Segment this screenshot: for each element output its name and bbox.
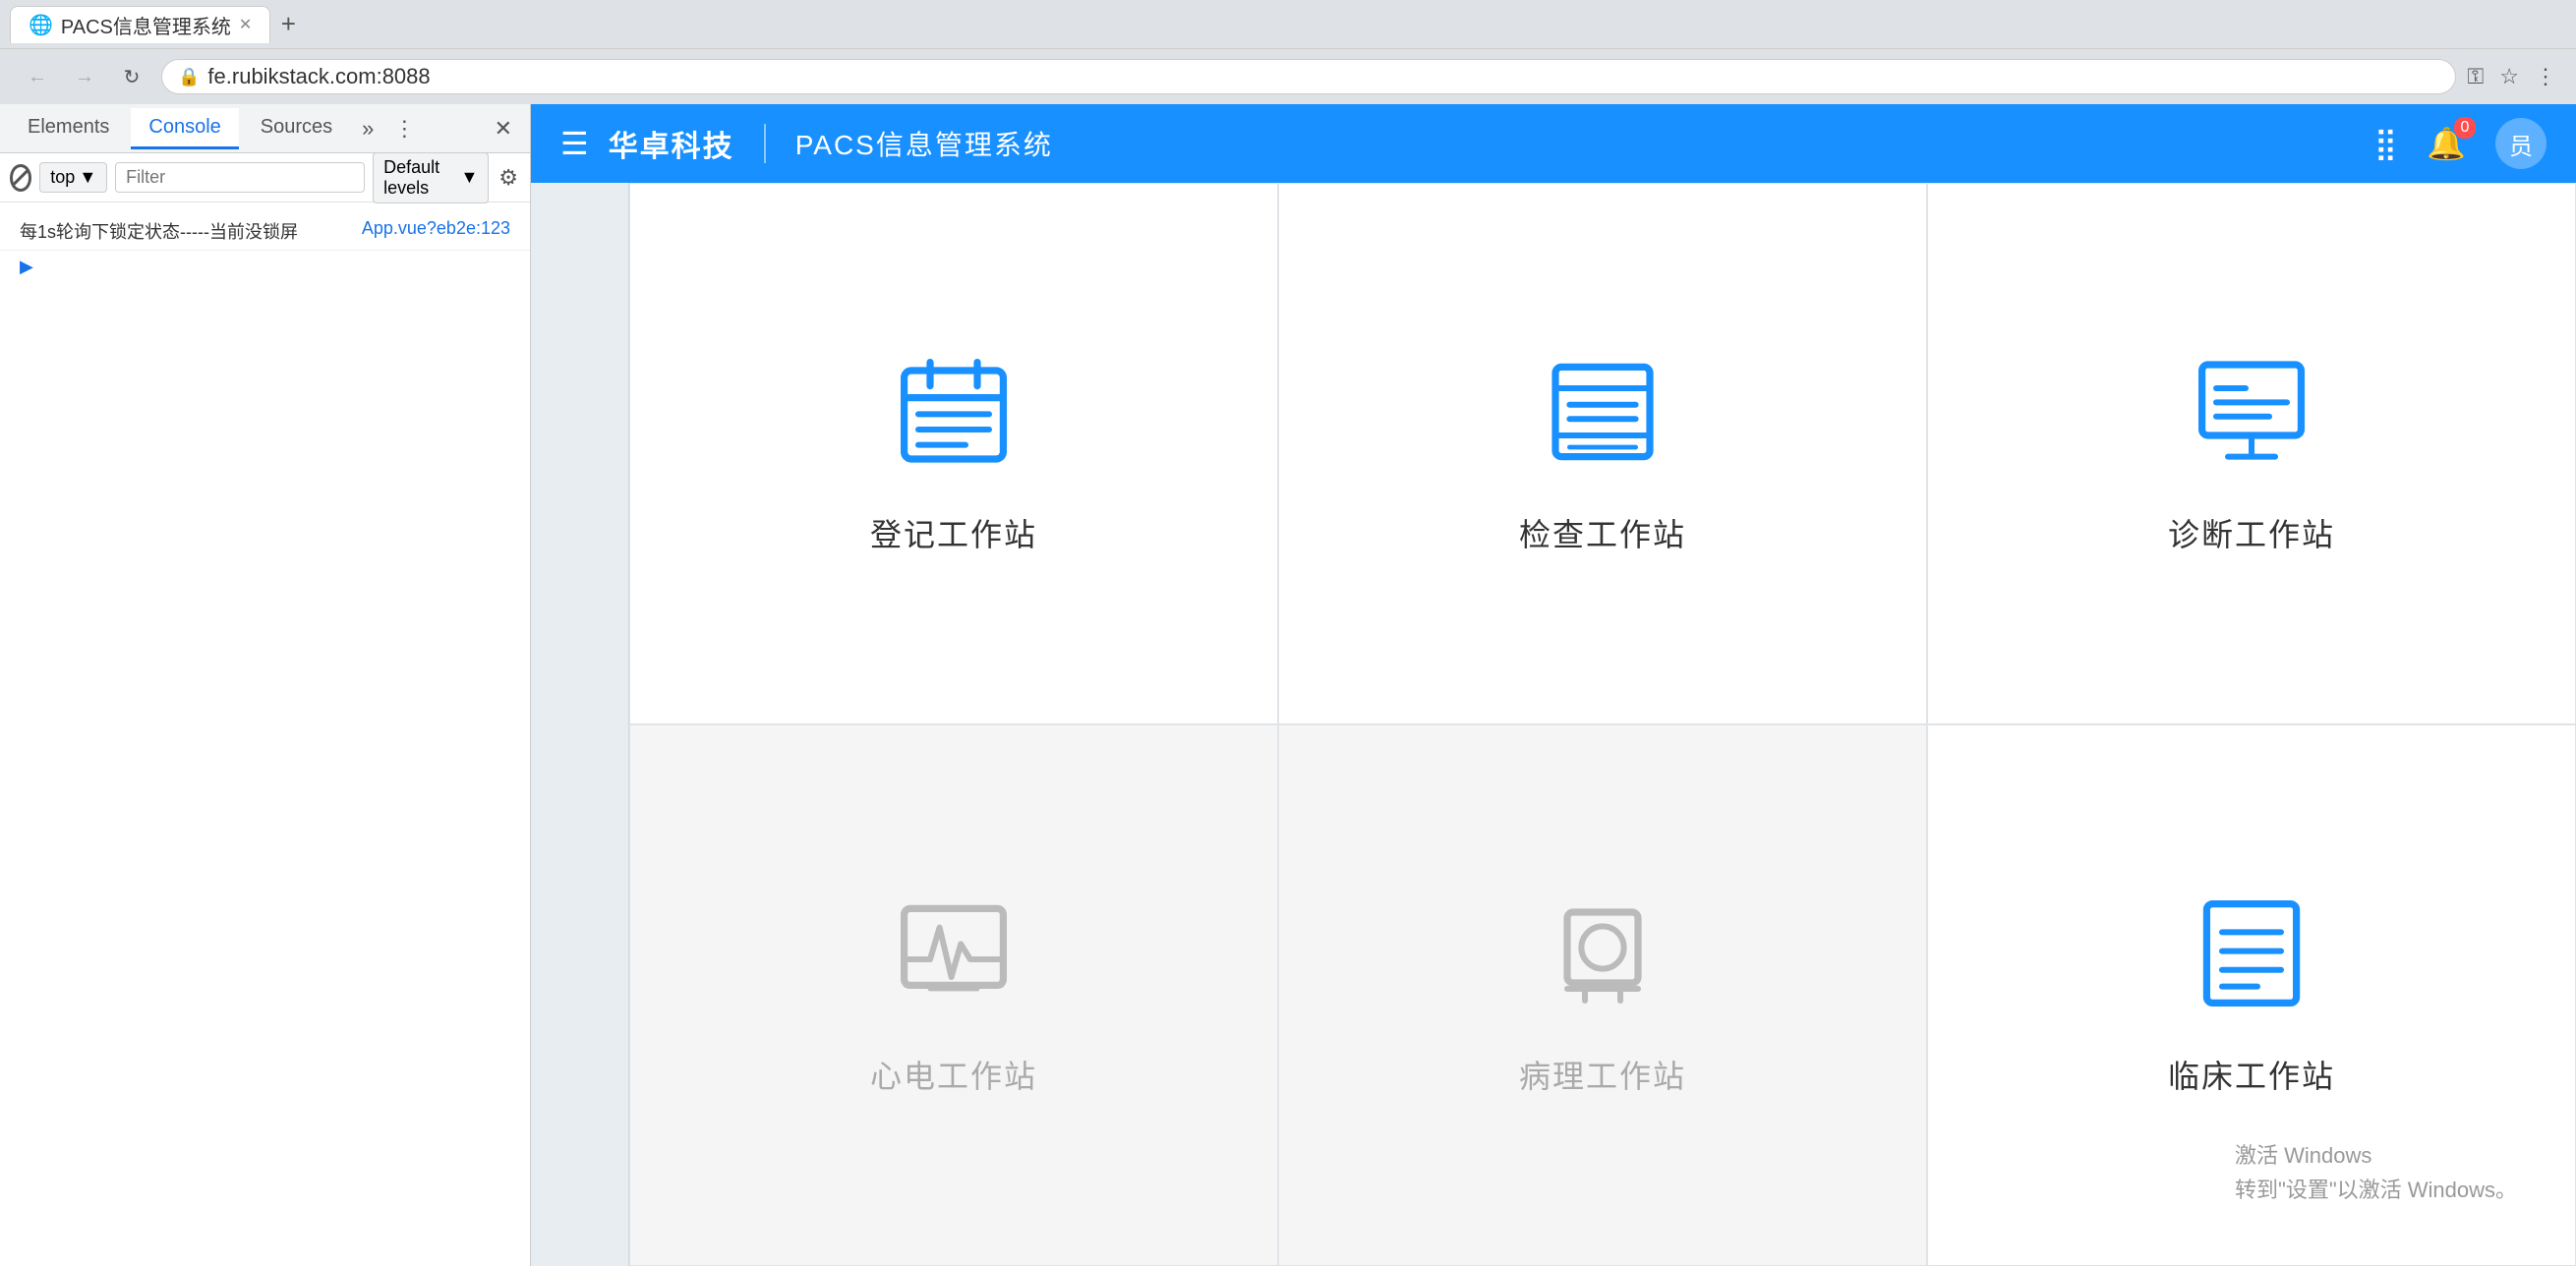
devtools-more-icon[interactable]: » [354,112,381,145]
user-avatar[interactable]: 员 [2495,118,2547,169]
devtools-close-icon[interactable]: ✕ [487,112,520,145]
app-area: ☰ 华卓科技 PACS信息管理系统 ⣿ 🔔 0 员 [531,104,2576,1266]
apps-grid-icon[interactable]: ⣿ [2374,125,2397,162]
level-label: Default levels [383,157,456,199]
app-header: ☰ 华卓科技 PACS信息管理系统 ⣿ 🔔 0 员 [531,104,2576,183]
browser-chrome: 🌐 PACS信息管理系统 ✕ + ← → ↻ 🔒 ⚿ ☆ ⋮ [0,0,2576,104]
browser-tabbar: 🌐 PACS信息管理系统 ✕ + [0,0,2576,49]
console-message-0: 每1s轮询下锁定状态-----当前没锁屏 App.vue?eb2e:123 [0,212,530,251]
more-menu-button[interactable]: ⋮ [2535,64,2556,89]
console-level-select[interactable]: Default levels ▼ [373,152,489,203]
header-divider [764,124,766,163]
address-bar[interactable]: 🔒 [161,59,2456,94]
console-context-select[interactable]: top ▼ [39,162,107,193]
app-sidebar [531,183,629,1266]
workstation-linchuang[interactable]: 临床工作站 [1927,724,2576,1266]
console-settings-button[interactable]: ⚙ [497,162,520,194]
workstation-linchuang-label: 临床工作站 [2168,1052,2335,1097]
console-message-text: 每1s轮询下锁定状态-----当前没锁屏 [20,218,352,244]
book-icon [1544,353,1662,471]
notification-badge: 0 [2454,117,2476,139]
tab-sources[interactable]: Sources [243,108,350,149]
tab-close-icon[interactable]: ✕ [239,15,252,34]
devtools-options-icon[interactable]: ⋮ [385,112,423,145]
microscope-icon [1544,894,1662,1012]
hamburger-icon: ☰ [560,126,589,161]
devtools-tabbar: Elements Console Sources » ⋮ ✕ [0,104,530,153]
tab-console[interactable]: Console [131,108,238,149]
new-tab-button[interactable]: + [270,7,306,42]
key-button[interactable]: ⚿ [2468,64,2485,89]
lock-icon: 🔒 [178,67,200,87]
console-filter-input[interactable] [115,162,365,193]
reload-icon: ↻ [124,65,141,89]
bookmark-button[interactable]: ☆ [2499,64,2519,89]
calendar-icon [895,353,1013,471]
console-expand-row: ▶ [0,251,530,283]
workstation-jiancha[interactable]: 检查工作站 [1278,183,1927,724]
header-menu-button[interactable]: ☰ [560,125,589,162]
header-right: ⣿ 🔔 0 员 [2374,118,2547,169]
header-brand: 华卓科技 [609,122,734,165]
workstation-bingli-label: 病理工作站 [1519,1052,1686,1097]
workstation-dengji[interactable]: 登记工作站 [629,183,1278,724]
console-toolbar: top ▼ Default levels ▼ ⚙ [0,153,530,202]
workstation-bingli: 病理工作站 [1278,724,1927,1266]
browser-titlebar: ← → ↻ 🔒 ⚿ ☆ ⋮ [0,49,2576,104]
level-dropdown-icon: ▼ [460,167,478,188]
expand-caret-icon[interactable]: ▶ [20,257,33,277]
tab-elements[interactable]: Elements [10,108,127,149]
forward-icon: → [75,66,94,88]
console-content: 每1s轮询下锁定状态-----当前没锁屏 App.vue?eb2e:123 ▶ [0,202,530,1266]
user-avatar-label: 员 [2509,127,2533,161]
browser-tab-active[interactable]: 🌐 PACS信息管理系统 ✕ [10,6,270,43]
main-layout: Elements Console Sources » ⋮ ✕ top ▼ Def… [0,104,2576,1266]
context-label: top [50,167,75,188]
devtools-panel: Elements Console Sources » ⋮ ✕ top ▼ Def… [0,104,531,1266]
reload-button[interactable]: ↻ [114,59,149,94]
no-entry-icon [10,164,31,192]
workstation-dengji-label: 登记工作站 [870,510,1037,555]
notification-bell[interactable]: 🔔 0 [2427,125,2466,162]
tab-favicon: 🌐 [29,13,53,37]
back-button[interactable]: ← [20,59,55,94]
workstation-zhenduan-label: 诊断工作站 [2168,510,2335,555]
workstation-xindian-label: 心电工作站 [870,1052,1037,1097]
app-body: 登记工作站 检查工作站 [531,183,2576,1266]
workstation-jiancha-label: 检查工作站 [1519,510,1686,555]
tab-title: PACS信息管理系统 [61,11,231,39]
workstation-grid: 登记工作站 检查工作站 [629,183,2576,1266]
monitor-icon [2193,353,2311,471]
workstation-zhenduan[interactable]: 诊断工作站 [1927,183,2576,724]
console-message-source[interactable]: App.vue?eb2e:123 [362,218,510,239]
url-input[interactable] [207,64,2438,89]
ecg-icon [895,894,1013,1012]
forward-button[interactable]: → [67,59,102,94]
header-system-name: PACS信息管理系统 [795,124,1053,163]
back-icon: ← [28,66,47,88]
workstation-xindian: 心电工作站 [629,724,1278,1266]
document-icon [2193,894,2311,1012]
context-dropdown-icon: ▼ [79,167,96,188]
browser-toolbar-right: ⚿ ☆ ⋮ [2468,64,2556,89]
